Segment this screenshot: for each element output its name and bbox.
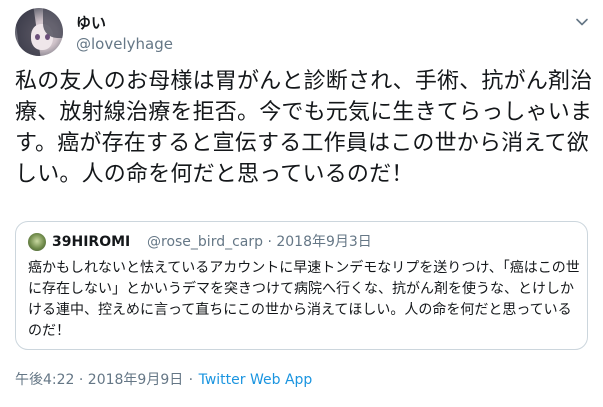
quoted-text: 癌かもしれないと怯えているアカウントに早速トンデモなリプを送りつけ、「癌はこの世… xyxy=(28,260,580,339)
quoted-avatar xyxy=(28,233,46,251)
source-link[interactable]: Twitter Web App xyxy=(199,372,313,388)
avatar[interactable] xyxy=(15,8,63,56)
quoted-tweet[interactable]: 39HIROMI @rose_bird_carp · 2018年9月3日 癌かも… xyxy=(15,221,588,350)
tweet-footer: 午後4:22 · 2018年9月9日 · Twitter Web App xyxy=(15,371,312,389)
quoted-display-name: 39HIROMI xyxy=(52,234,131,250)
tweet-text: 私の友人のお母様は胃がんと診断され、手術、抗がん剤治療、放射線治療を拒否。今でも… xyxy=(15,69,593,187)
tweet-card: ゆい @lovelyhage 私の友人のお母様は胃がんと診断され、手術、抗がん剤… xyxy=(0,0,603,407)
avatar-eye-left xyxy=(35,34,40,40)
chevron-down-icon[interactable] xyxy=(574,14,590,30)
quoted-handle-date: @rose_bird_carp · 2018年9月3日 xyxy=(147,234,372,250)
avatar-eye-right xyxy=(45,34,50,40)
footer-separator: · xyxy=(184,372,198,388)
screen-name[interactable]: @lovelyhage xyxy=(76,35,173,53)
display-name[interactable]: ゆい xyxy=(76,14,106,32)
timestamp[interactable]: 午後4:22 · 2018年9月9日 xyxy=(15,372,183,388)
